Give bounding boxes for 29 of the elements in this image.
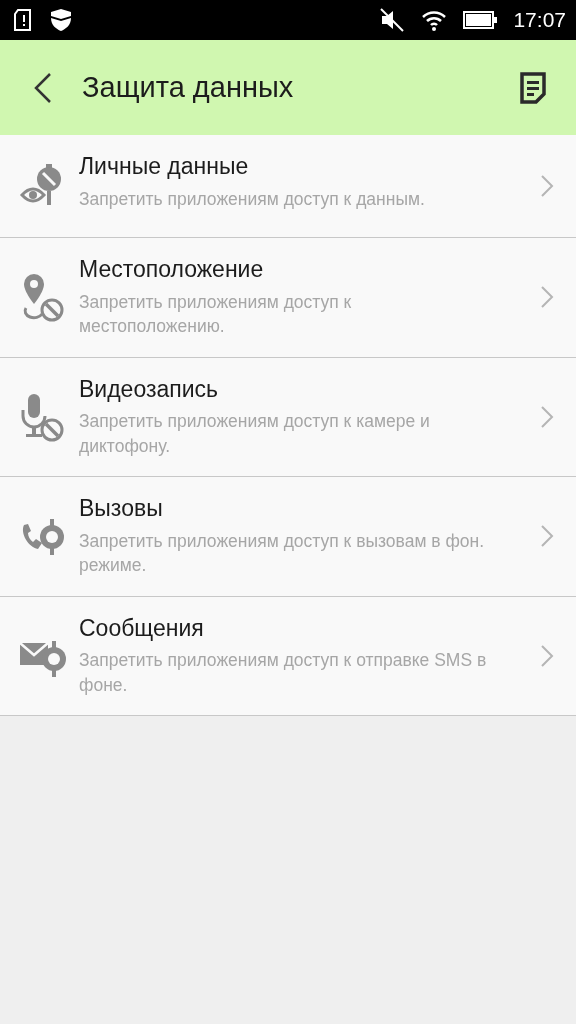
chevron-icon [540,285,554,310]
settings-row[interactable]: Личные данные Запретить приложениям доступ к данным. [0,135,576,238]
alert-icon [14,9,34,31]
settings-row[interactable]: Местоположение Запретить приложениям доступ к местоположению. [0,238,576,358]
settings-row[interactable]: Сообщения Запретить приложениям доступ к отправке SMS в фоне. [0,596,576,717]
chevron-icon [540,524,554,549]
chevron-icon [540,174,554,198]
wifi-icon [421,8,448,32]
row-title: Местоположение [79,256,265,284]
row-title: Видеозапись [79,375,220,404]
chevron-icon [540,644,554,669]
back-icon[interactable] [34,72,52,103]
row-title: Личные данные [79,153,250,181]
shield-icon [50,9,72,31]
row-description: Запретить приложениям доступ к вызовам в фон. режиме. [79,529,486,578]
row-description: Запретить приложениям доступ к данным. [79,187,426,211]
row-title: Вызовы [79,495,164,523]
document-icon[interactable] [520,71,546,104]
battery-icon [463,11,498,29]
mute-icon [379,7,406,33]
page-title: Защита данных [82,69,294,105]
row-description: Запретить приложениям доступ к отправке SMS в фоне. [79,649,488,697]
row-description: Запретить приложениям доступ к местоположению. [79,290,353,339]
chevron-icon [540,404,554,429]
row-description: Запретить приложениям доступ к камере и диктофону. [79,410,431,458]
clock-time: 17:07 [513,7,566,34]
settings-row[interactable]: Видеозапись Запретить приложениям доступ к камере и диктофону. [0,357,576,478]
settings-row[interactable]: Вызовы Запретить приложениям доступ к вызовам в фон. режиме. [0,477,576,597]
row-title: Сообщения [79,614,205,643]
